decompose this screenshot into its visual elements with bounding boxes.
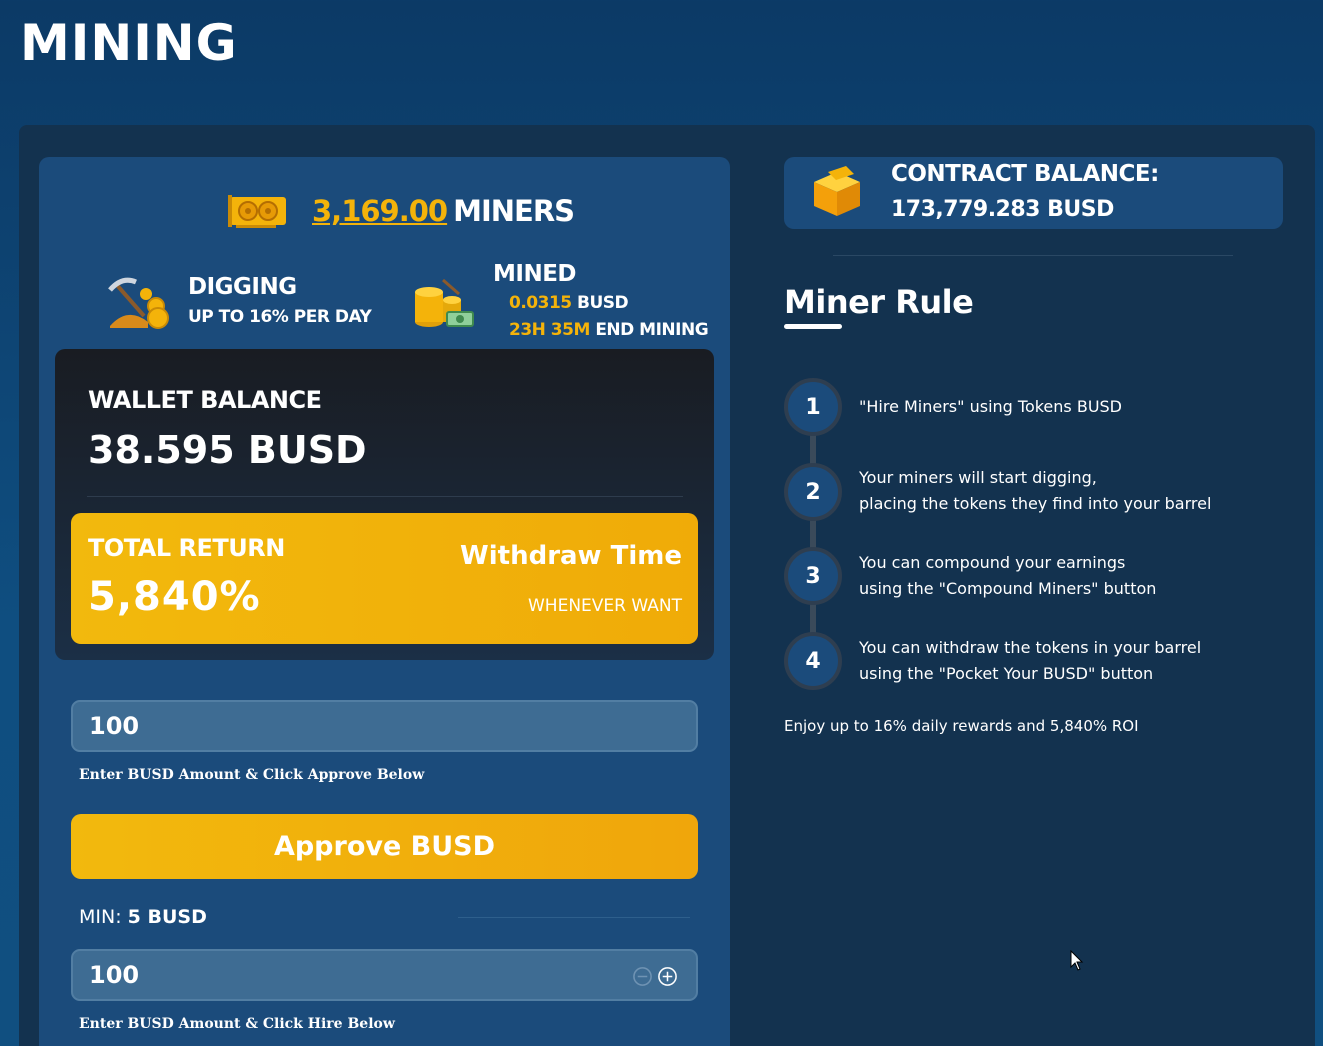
coin-stack-icon xyxy=(415,278,474,327)
amount-stepper xyxy=(632,966,678,987)
divider xyxy=(833,255,1233,256)
steps-connector xyxy=(810,405,816,665)
contract-balance-label: CONTRACT BALANCE: xyxy=(891,161,1159,187)
step-text: You can compound your earnings using the… xyxy=(859,550,1156,602)
step-line: using the "Pocket Your BUSD" button xyxy=(859,664,1154,683)
rules-footer: Enjoy up to 16% daily rewards and 5,840%… xyxy=(784,717,1139,735)
miners-summary: 3,169.00 MINERS xyxy=(228,193,575,229)
step-line: using the "Compound Miners" button xyxy=(859,579,1157,598)
crypto-box-icon xyxy=(814,166,860,216)
approve-hint: Enter BUSD Amount & Click Approve Below xyxy=(79,767,425,783)
step-number: 4 xyxy=(784,632,842,690)
pickaxe-coins-icon xyxy=(108,277,169,329)
wallet-balance-label: WALLET BALANCE xyxy=(88,386,322,414)
miners-count: 3,169.00 xyxy=(312,194,448,228)
step-number: 2 xyxy=(784,463,842,521)
mining-time-value: 23H 35M xyxy=(509,320,590,340)
mined-title: MINED xyxy=(493,261,577,287)
contract-balance-value: 173,779.283 BUSD xyxy=(891,197,1114,222)
step-line: You can withdraw the tokens in your barr… xyxy=(859,638,1202,657)
gpu-icon xyxy=(228,195,286,228)
withdraw-time-value: WHENEVER WANT xyxy=(528,596,682,616)
min-label: MIN: xyxy=(79,906,122,928)
mining-countdown: 23H 35M END MINING xyxy=(509,320,709,340)
step-text: Your miners will start digging, placing … xyxy=(859,465,1211,517)
step-line: You can compound your earnings xyxy=(859,553,1126,572)
step-number: 1 xyxy=(784,378,842,436)
total-return-label: TOTAL RETURN xyxy=(88,534,285,562)
miner-rule-title: Miner Rule xyxy=(784,283,974,321)
hire-hint: Enter BUSD Amount & Click Hire Below xyxy=(79,1016,395,1032)
approve-busd-button[interactable]: Approve BUSD xyxy=(71,814,698,879)
title-underline xyxy=(784,324,842,329)
step-text: "Hire Miners" using Tokens BUSD xyxy=(859,394,1122,420)
min-amount: MIN: 5 BUSD xyxy=(79,906,207,928)
step-line: "Hire Miners" using Tokens BUSD xyxy=(859,397,1122,416)
hire-amount-input[interactable] xyxy=(71,949,698,1001)
step-line: Your miners will start digging, xyxy=(859,468,1097,487)
miners-label: MINERS xyxy=(453,194,575,228)
step-number: 3 xyxy=(784,547,842,605)
total-return-value: 5,840% xyxy=(88,574,261,620)
minus-circle-icon[interactable] xyxy=(632,966,653,987)
page-title: MINING xyxy=(20,14,238,72)
plus-circle-icon[interactable] xyxy=(657,966,678,987)
mined-amount: 0.0315 BUSD xyxy=(509,293,629,313)
digging-rate: UP TO 16% PER DAY xyxy=(188,307,372,327)
mined-amount-unit: BUSD xyxy=(577,293,629,313)
step-text: You can withdraw the tokens in your barr… xyxy=(859,635,1201,687)
mining-time-label: END MINING xyxy=(595,320,709,340)
digging-title: DIGGING xyxy=(188,274,297,300)
min-value: 5 BUSD xyxy=(127,906,207,928)
divider xyxy=(458,917,690,918)
divider xyxy=(87,496,683,497)
wallet-balance-value: 38.595 BUSD xyxy=(88,428,367,472)
mouse-cursor-icon xyxy=(1070,950,1084,971)
withdraw-time-label: Withdraw Time xyxy=(460,541,682,571)
approve-amount-input[interactable] xyxy=(71,700,698,752)
mined-amount-value: 0.0315 xyxy=(509,293,572,313)
step-line: placing the tokens they find into your b… xyxy=(859,494,1212,513)
